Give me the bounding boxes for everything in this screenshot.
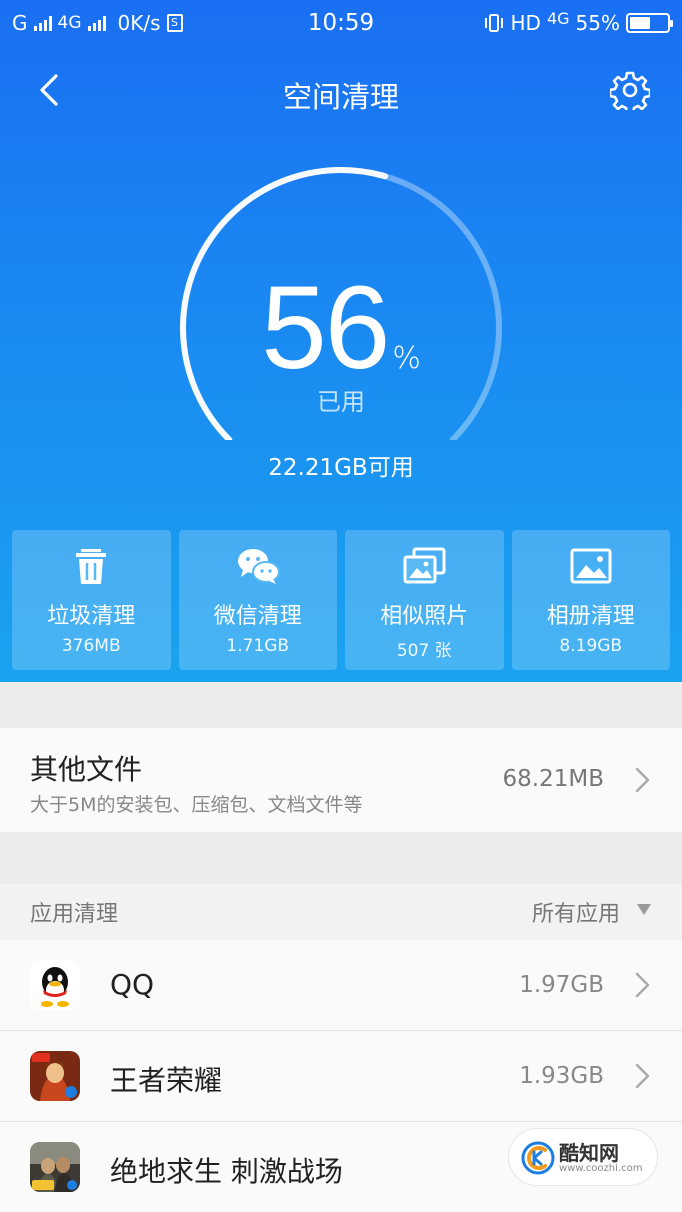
tile-junk-cleanup[interactable]: 垃圾清理 376MB <box>12 530 171 670</box>
tile-label: 微信清理 <box>213 604 302 629</box>
percent-sign: % <box>392 341 421 376</box>
app-row-honor-of-kings[interactable]: 王者荣耀 1.93GB <box>0 1031 682 1122</box>
app-size: 1.97GB <box>519 972 604 998</box>
storage-gauge: 56% 已用 <box>171 160 511 440</box>
section-spacer <box>0 832 682 884</box>
watermark: 酷知网 www.coozhi.com <box>508 1128 658 1186</box>
tile-wechat-cleanup[interactable]: 微信清理 1.71GB <box>178 530 337 670</box>
battery-percent: 55% <box>575 11 620 35</box>
chevron-right-icon <box>635 1063 650 1089</box>
status-left: G 4G 0K/s S <box>12 11 272 35</box>
watermark-url: www.coozhi.com <box>559 1163 643 1174</box>
app-filter-dropdown[interactable]: 所有应用 <box>532 896 620 928</box>
header-hero: G 4G 0K/s S 10:59 HD 4G 55% 空间清理 56 % 已用… <box>0 0 682 682</box>
gear-icon[interactable] <box>610 70 650 110</box>
app-cleanup-title: 应用清理 <box>30 902 119 927</box>
cleanup-tiles: 垃圾清理 376MB 微信清理 1.71GB 相似照片 507 张 相册清理 8… <box>12 530 670 670</box>
status-time: 10:59 <box>307 10 375 36</box>
other-files-size: 68.21MB <box>502 766 604 792</box>
network-type-label: G <box>12 11 28 35</box>
other-files-row[interactable]: 其他文件 大于5M的安装包、压缩包、文档文件等 68.21MB <box>0 728 682 832</box>
chevron-right-icon <box>635 767 650 793</box>
other-files-description: 大于5M的安装包、压缩包、文档文件等 <box>30 794 363 816</box>
similar-photos-icon <box>403 547 446 584</box>
battery-icon <box>626 13 673 33</box>
watermark-logo <box>521 1141 555 1175</box>
honor-of-kings-icon <box>30 1051 80 1101</box>
used-percent: 56% <box>171 260 511 396</box>
tile-label: 相册清理 <box>546 604 635 629</box>
app-name: QQ <box>110 968 155 1001</box>
app-cleanup-header: 应用清理 所有应用 <box>0 884 682 940</box>
tile-similar-photos[interactable]: 相似照片 507 张 <box>345 530 504 670</box>
wechat-icon <box>237 549 280 584</box>
tile-value: 8.19GB <box>559 636 623 656</box>
trash-icon <box>76 549 107 584</box>
section-spacer <box>0 682 682 728</box>
vibrate-icon <box>484 14 503 32</box>
used-label: 已用 <box>317 388 365 416</box>
chevron-right-icon <box>635 972 650 998</box>
status-right: HD 4G 55% <box>410 8 673 35</box>
sim-icon: S <box>166 14 183 32</box>
app-size: 1.93GB <box>519 1063 604 1089</box>
signal-icon <box>33 15 52 31</box>
app-row-qq[interactable]: QQ 1.97GB <box>0 940 682 1031</box>
used-percent-number: 56 <box>261 262 390 394</box>
pubg-icon <box>30 1142 80 1192</box>
tile-value: 507 张 <box>396 641 452 661</box>
page-title: 空间清理 <box>282 80 399 114</box>
available-space: 22.21GB可用 <box>268 455 414 481</box>
tile-label: 相似照片 <box>380 604 469 629</box>
qq-icon <box>30 960 80 1010</box>
hd-label: HD <box>510 11 541 35</box>
album-icon <box>570 548 612 584</box>
nav-bar: 空间清理 <box>0 56 682 126</box>
status-bar: G 4G 0K/s S 10:59 HD 4G 55% <box>0 0 682 46</box>
caret-down-icon[interactable] <box>636 902 652 916</box>
other-files-title: 其他文件 <box>30 753 143 786</box>
net-speed: 0K/s <box>117 11 161 35</box>
tile-label: 垃圾清理 <box>47 604 136 629</box>
tile-value: 1.71GB <box>226 636 290 656</box>
signal-icon <box>87 15 106 31</box>
tile-album-cleanup[interactable]: 相册清理 8.19GB <box>511 530 670 670</box>
app-name: 绝地求生 刺激战场 <box>110 1155 343 1188</box>
network-4g-label: 4G <box>57 13 82 33</box>
app-name: 王者荣耀 <box>110 1064 223 1097</box>
watermark-text: 酷知网 <box>559 1141 619 1165</box>
tile-value: 376MB <box>61 636 121 656</box>
network-4g-right-label: 4G <box>546 8 570 28</box>
